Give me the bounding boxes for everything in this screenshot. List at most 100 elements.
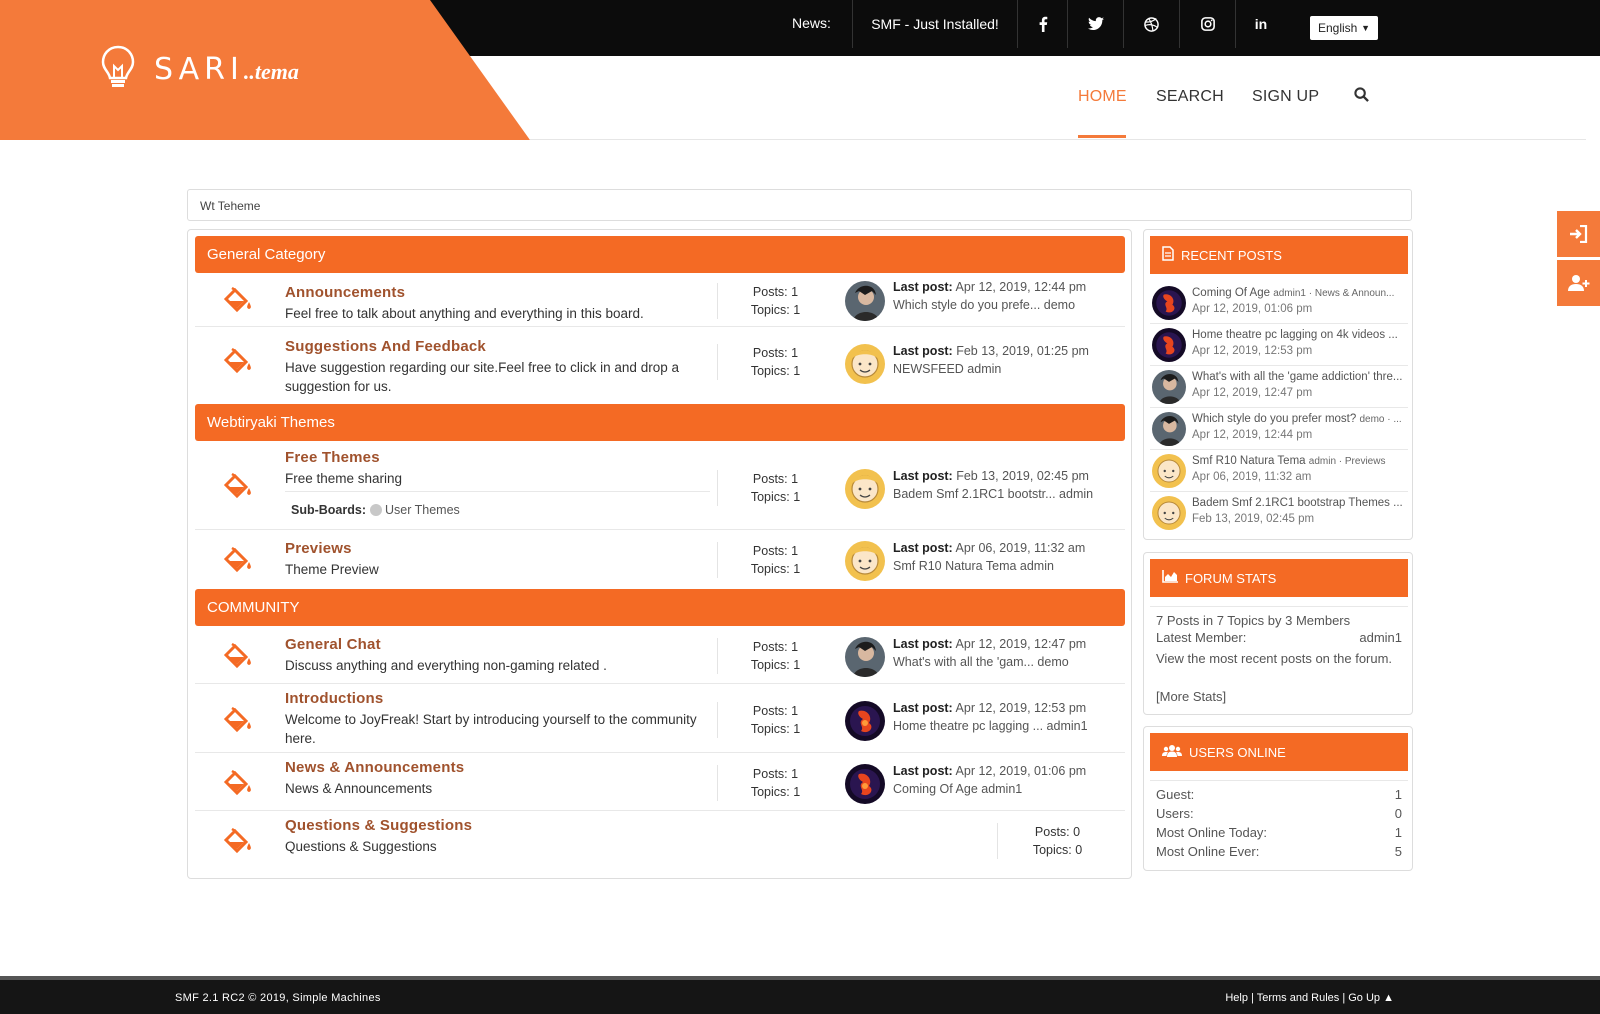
topics-count: Topics: 1	[750, 785, 801, 799]
latest-member: Latest Member: admin1	[1156, 630, 1402, 645]
posts-count: Posts: 0	[1034, 825, 1081, 839]
board-title[interactable]: Free Themes	[285, 449, 380, 466]
go-up-link[interactable]: Go Up ▲	[1348, 992, 1394, 1004]
recent-post-meta: demo · ...	[1359, 414, 1402, 425]
topics-count: Topics: 1	[750, 303, 801, 317]
board-status-icon	[370, 504, 382, 516]
twitter-icon[interactable]	[1068, 0, 1124, 48]
users-online-title: USERS ONLINE	[1189, 744, 1286, 760]
more-stats-link[interactable]: [More Stats]	[1156, 687, 1402, 706]
site-logo[interactable]: SARI..tema	[100, 44, 299, 95]
board-title[interactable]: General Chat	[285, 636, 381, 653]
last-post-link[interactable]: Badem Smf 2.1RC1 bootstr... admin	[893, 485, 1093, 503]
recent-post-date: Apr 12, 2019, 12:53 pm	[1192, 345, 1313, 357]
recent-post-item[interactable]: Badem Smf 2.1RC1 bootstrap Themes ... Fe…	[1150, 493, 1408, 534]
avatar[interactable]	[845, 541, 885, 581]
recent-post-title[interactable]: Coming Of Age admin1 · News & Announ...	[1192, 287, 1406, 299]
last-post-link[interactable]: Coming Of Age admin1	[893, 780, 1086, 798]
avatar[interactable]	[845, 701, 885, 741]
recent-post-item[interactable]: Coming Of Age admin1 · News & Announ... …	[1150, 283, 1408, 324]
recent-post-item[interactable]: Which style do you prefer most? demo · .…	[1150, 409, 1408, 450]
terms-link[interactable]: Terms and Rules	[1257, 992, 1340, 1004]
board-title[interactable]: Suggestions And Feedback	[285, 338, 486, 355]
language-value: English	[1318, 21, 1358, 35]
recent-post-item[interactable]: Smf R10 Natura Tema admin · Previews Apr…	[1150, 451, 1408, 492]
register-user-icon[interactable]	[1557, 260, 1600, 306]
board-title[interactable]: Introductions	[285, 690, 383, 707]
board-title[interactable]: Previews	[285, 540, 352, 557]
breadcrumb[interactable]: Wt Teheme	[187, 189, 1412, 221]
logo-text: SARI..tema	[154, 52, 299, 87]
facebook-icon[interactable]	[1018, 0, 1068, 48]
avatar[interactable]	[845, 764, 885, 804]
recent-posts-title: RECENT POSTS	[1181, 247, 1282, 263]
board-row: Questions & Suggestions Questions & Sugg…	[195, 812, 1125, 870]
board-title[interactable]: Questions & Suggestions	[285, 817, 472, 834]
last-post: Last post: Feb 13, 2019, 01:25 pm NEWSFEE…	[893, 342, 1089, 378]
avatar[interactable]	[845, 637, 885, 677]
category-header[interactable]: COMMUNITY	[195, 589, 1125, 626]
board-description: Free theme sharing	[285, 471, 403, 486]
nav-search[interactable]: SEARCH	[1156, 88, 1224, 106]
linkedin-icon[interactable]: in	[1236, 0, 1286, 48]
recent-post-title[interactable]: Smf R10 Natura Tema admin · Previews	[1192, 455, 1406, 467]
last-post-link[interactable]: Smf R10 Natura Tema admin	[893, 557, 1085, 575]
recent-posts-link[interactable]: View the most recent posts on the forum.	[1156, 649, 1402, 668]
recent-post-item[interactable]: What's with all the 'game addiction' thr…	[1150, 367, 1408, 408]
footer-links: Help | Terms and Rules | Go Up ▲	[1225, 992, 1394, 1004]
category-header[interactable]: General Category	[195, 236, 1125, 273]
last-post-link[interactable]: Which style do you prefe... demo	[893, 296, 1086, 314]
nav-home[interactable]: HOME	[1078, 88, 1127, 106]
latest-member-link[interactable]: admin1	[1359, 630, 1402, 645]
nav-signup[interactable]: SIGN UP	[1252, 88, 1319, 106]
sub-board-link[interactable]: User Themes	[385, 503, 460, 517]
area-chart-icon	[1162, 570, 1178, 586]
language-select[interactable]: English ▼	[1310, 16, 1378, 40]
last-post-date: Apr 06, 2019, 11:32 am	[955, 541, 1086, 555]
paint-bucket-icon	[223, 472, 253, 506]
board-stats: Posts: 1 Topics: 1	[717, 344, 833, 380]
posts-count: Posts: 1	[752, 472, 799, 486]
recent-post-title[interactable]: Which style do you prefer most? demo · .…	[1192, 413, 1406, 425]
last-post: Last post: Apr 12, 2019, 01:06 pm Coming …	[893, 762, 1086, 798]
recent-post-item[interactable]: Home theatre pc lagging on 4k videos ...…	[1150, 325, 1408, 366]
avatar[interactable]	[845, 344, 885, 384]
copyright[interactable]: SMF 2.1 RC2 © 2019, Simple Machines	[175, 992, 381, 1004]
avatar[interactable]	[845, 281, 885, 321]
avatar[interactable]	[845, 469, 885, 509]
board-row: Free Themes Free theme sharing Sub-Board…	[195, 442, 1125, 530]
last-post-date: Apr 12, 2019, 12:47 pm	[955, 637, 1087, 651]
posts-count: Posts: 1	[752, 640, 799, 654]
breadcrumb-item[interactable]: Wt Teheme	[200, 199, 260, 213]
last-post-link[interactable]: What's with all the 'gam... demo	[893, 653, 1086, 671]
board-row: News & Announcements News & Announcement…	[195, 754, 1125, 811]
recent-post-title[interactable]: What's with all the 'game addiction' thr…	[1192, 371, 1406, 383]
board-row: Previews Theme Preview Posts: 1 Topics: 1…	[195, 531, 1125, 588]
last-post-link[interactable]: NEWSFEED admin	[893, 360, 1089, 378]
board-description: Have suggestion regarding our site.Feel …	[285, 360, 679, 394]
help-link[interactable]: Help	[1225, 992, 1248, 1004]
login-icon[interactable]	[1557, 211, 1600, 257]
category-header[interactable]: Webtiryaki Themes	[195, 404, 1125, 441]
news-item[interactable]: SMF - Just Installed!	[852, 0, 1018, 48]
board-row: Introductions Welcome to JoyFreak! Start…	[195, 685, 1125, 753]
dribbble-icon[interactable]	[1124, 0, 1180, 48]
instagram-icon[interactable]	[1180, 0, 1236, 48]
divider	[1150, 780, 1408, 781]
board-title[interactable]: News & Announcements	[285, 759, 464, 776]
board-description: Discuss anything and everything non-gami…	[285, 658, 607, 673]
recent-posts-panel: RECENT POSTS Coming Of Age admin1 · News…	[1143, 229, 1413, 540]
recent-post-title[interactable]: Badem Smf 2.1RC1 bootstrap Themes ...	[1192, 497, 1406, 509]
recent-post-title[interactable]: Home theatre pc lagging on 4k videos ...	[1192, 329, 1406, 341]
board-description: Welcome to JoyFreak! Start by introducin…	[285, 712, 697, 746]
separator: |	[1251, 992, 1254, 1004]
avatar	[1152, 370, 1186, 404]
news-label: News:	[792, 15, 831, 31]
board-title[interactable]: Announcements	[285, 284, 405, 301]
last-post: Last post: Apr 12, 2019, 12:47 pm What's …	[893, 635, 1086, 671]
search-icon[interactable]	[1354, 87, 1369, 107]
last-post-link[interactable]: Home theatre pc lagging ... admin1	[893, 717, 1088, 735]
last-post-label: Last post:	[893, 764, 953, 778]
topics-count: Topics: 1	[750, 562, 801, 576]
board-stats: Posts: 1 Topics: 1	[717, 638, 833, 674]
